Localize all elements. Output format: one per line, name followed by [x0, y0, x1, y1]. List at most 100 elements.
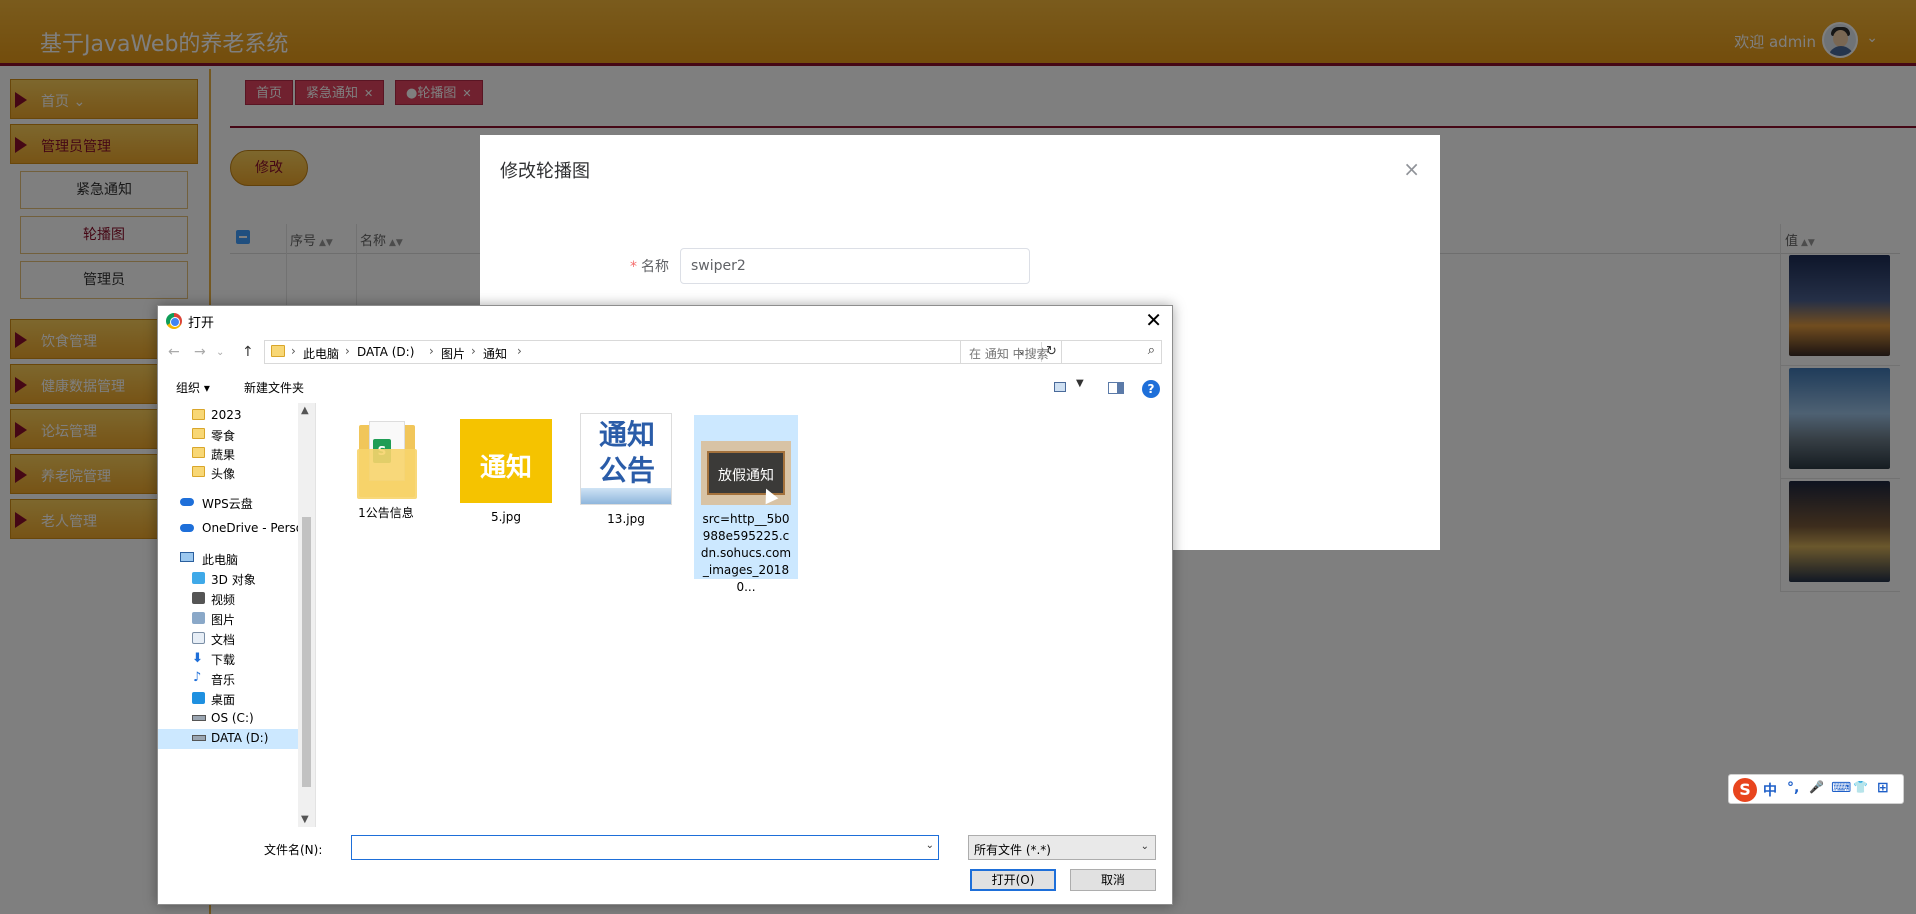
chevron-down-icon: ⌄	[1140, 841, 1149, 852]
navigation-scrollbar[interactable]: ▲ ▼	[298, 403, 315, 827]
nav-item-os-c[interactable]: OS (C:)	[158, 709, 298, 729]
cloud-icon	[180, 498, 194, 506]
cloud-icon	[180, 524, 194, 532]
nav-item-label: 此电脑	[202, 553, 239, 567]
folder-front	[357, 449, 417, 499]
preview-pane-icon[interactable]	[1108, 382, 1124, 394]
thumbnail-skyline	[581, 488, 671, 504]
nav-item-onedrive[interactable]: OneDrive - Perso	[158, 519, 303, 539]
nav-item-this-pc[interactable]: 此电脑	[158, 549, 298, 569]
chevron-right-icon[interactable]: ›	[471, 344, 476, 358]
image-thumbnail: 通知	[460, 419, 552, 503]
chevron-right-icon[interactable]: ›	[345, 344, 350, 358]
breadcrumb-this-pc[interactable]: 此电脑	[303, 345, 339, 362]
file-list: S 1公告信息 通知 5.jpg 通知 公告 13.jpg 放假通知 src=h…	[316, 403, 1172, 827]
dialog-toolbar: 组织 ▾ 新建文件夹 ▼ ?	[158, 372, 1172, 402]
file-open-dialog: 打开 ✕ ← → ⌄ ↑ › 此电脑 › DATA (D:) › 图片 › 通知…	[157, 305, 1173, 905]
breadcrumb-data-d[interactable]: DATA (D:)	[357, 345, 414, 359]
folder-icon	[271, 345, 285, 357]
nav-item-pictures[interactable]: 图片	[158, 609, 298, 629]
close-icon[interactable]: ×	[1403, 157, 1420, 181]
name-label: * 名称	[630, 256, 669, 276]
address-bar[interactable]: › 此电脑 › DATA (D:) › 图片 › 通知 › ⌄ ↻	[264, 340, 1062, 364]
file-item-image[interactable]: 通知 公告 13.jpg	[574, 411, 678, 528]
nav-item-snacks[interactable]: 零食	[158, 425, 298, 445]
view-mode-icon[interactable]	[1054, 382, 1066, 392]
up-icon[interactable]: ↑	[242, 344, 254, 360]
forward-icon[interactable]: →	[194, 344, 206, 360]
keyboard-icon[interactable]: ⌨	[1831, 780, 1851, 796]
required-asterisk: *	[630, 259, 637, 275]
file-name: src=http__5b0988e595225.cdn.sohucs.com_i…	[700, 512, 792, 594]
nav-item-2023[interactable]: 2023	[158, 406, 298, 426]
dialog-title: 打开	[188, 316, 215, 331]
dialog-titlebar[interactable]: 打开 ✕	[158, 306, 1172, 336]
filename-input[interactable]: ⌄	[351, 835, 939, 860]
file-item-image-selected[interactable]: 放假通知 src=http__5b0988e595225.cdn.sohucs.…	[694, 415, 798, 594]
thumbnail-text: 通知	[598, 418, 655, 451]
nav-item-downloads[interactable]: ⬇ 下载	[158, 649, 298, 669]
chrome-icon	[166, 313, 182, 329]
chevron-down-icon[interactable]: ▼	[1076, 378, 1084, 389]
scrollbar-thumb[interactable]	[302, 517, 311, 787]
nav-item-label: 图片	[211, 613, 236, 627]
file-name: 13.jpg	[607, 512, 645, 526]
close-icon[interactable]: ✕	[1145, 308, 1162, 332]
nav-item-music[interactable]: ♪ 音乐	[158, 669, 298, 689]
chevron-right-icon[interactable]: ›	[429, 344, 434, 358]
punctuation-icon[interactable]: °,	[1787, 780, 1799, 796]
chevron-right-icon[interactable]: ›	[517, 344, 522, 358]
modal-title: 修改轮播图	[500, 161, 590, 182]
new-folder-button[interactable]: 新建文件夹	[244, 379, 304, 396]
organize-button[interactable]: 组织 ▾	[176, 379, 210, 396]
nav-item-documents[interactable]: 文档	[158, 629, 298, 649]
back-icon[interactable]: ←	[168, 344, 180, 360]
nav-item-label: 下载	[211, 653, 236, 667]
ime-language-toggle[interactable]: 中	[1763, 780, 1777, 800]
ime-toolbar: S 中 °, 🎤 ⌨ 👕 ⊞	[1728, 774, 1904, 804]
file-type-label: 所有文件 (*.*)	[974, 843, 1051, 857]
sogou-logo-icon[interactable]: S	[1733, 778, 1757, 802]
search-input[interactable]: 在 通知 中搜索 ⌕	[960, 340, 1162, 364]
folder-icon	[192, 447, 205, 458]
nav-item-vegetables[interactable]: 蔬果	[158, 444, 298, 464]
folder-icon: S	[355, 419, 417, 499]
microphone-icon[interactable]: 🎤	[1809, 780, 1824, 794]
nav-item-3d-objects[interactable]: 3D 对象	[158, 569, 298, 589]
file-item-image[interactable]: 通知 5.jpg	[454, 411, 558, 526]
nav-item-videos[interactable]: 视频	[158, 589, 298, 609]
download-icon: ⬇	[192, 651, 203, 666]
nav-item-label: DATA (D:)	[211, 731, 269, 745]
help-icon[interactable]: ?	[1142, 380, 1160, 398]
image-thumbnail: 放假通知	[701, 441, 791, 505]
nav-item-avatar[interactable]: 头像	[158, 463, 298, 483]
breadcrumb-pictures[interactable]: 图片	[441, 345, 465, 362]
nav-item-wps-cloud[interactable]: WPS云盘	[158, 493, 298, 513]
scroll-up-icon[interactable]: ▲	[301, 405, 309, 416]
music-icon: ♪	[193, 670, 202, 685]
chevron-down-icon[interactable]: ⌄	[216, 347, 224, 358]
nav-item-data-d[interactable]: DATA (D:)	[158, 729, 298, 749]
apps-icon[interactable]: ⊞	[1877, 780, 1889, 796]
chevron-down-icon[interactable]: ⌄	[926, 840, 934, 851]
breadcrumb-notice[interactable]: 通知	[483, 345, 507, 362]
drive-icon	[192, 735, 206, 741]
skin-icon[interactable]: 👕	[1853, 780, 1868, 794]
file-name: 1公告信息	[358, 506, 414, 520]
file-type-select[interactable]: 所有文件 (*.*) ⌄	[968, 835, 1156, 860]
folder-icon	[192, 428, 205, 439]
computer-icon	[180, 552, 194, 562]
nav-item-label: 头像	[211, 467, 236, 481]
cancel-button[interactable]: 取消	[1070, 869, 1156, 891]
3d-icon	[192, 572, 205, 584]
nav-item-label: 桌面	[211, 693, 236, 707]
nav-item-label: 2023	[211, 408, 242, 422]
file-item-folder[interactable]: S 1公告信息	[334, 411, 438, 522]
nav-item-label: 零食	[211, 429, 236, 443]
name-input[interactable]: swiper2	[680, 248, 1030, 284]
nav-item-desktop[interactable]: 桌面	[158, 689, 298, 709]
nav-item-label: OS (C:)	[211, 711, 254, 725]
open-button[interactable]: 打开(O)	[970, 869, 1056, 891]
scroll-down-icon[interactable]: ▼	[301, 814, 309, 825]
thumbnail-text: 放假通知	[718, 468, 774, 484]
